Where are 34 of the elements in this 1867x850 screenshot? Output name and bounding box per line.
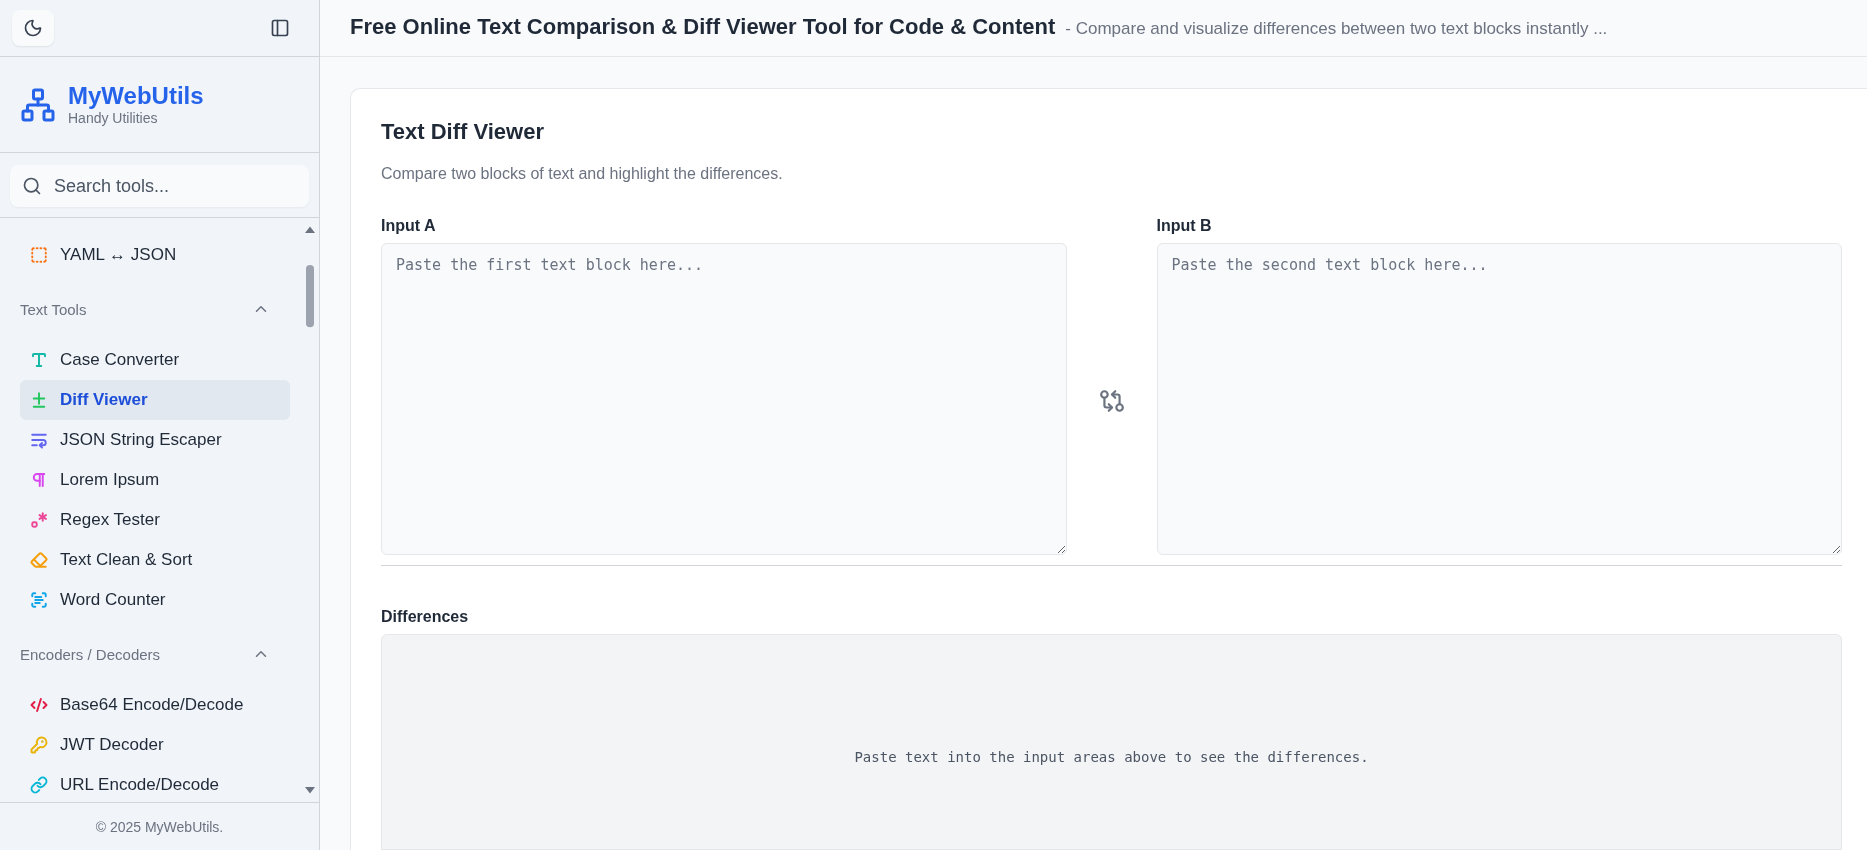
group-header[interactable]: Text Tools [20, 288, 290, 330]
differences-label: Differences [381, 608, 470, 626]
moon-icon [23, 18, 43, 38]
search-icon [22, 176, 42, 196]
sidebar-item[interactable]: Base64 Encode/Decode [20, 685, 290, 725]
page-subtitle: - Compare and visualize differences between two text blocks instantly ... [1065, 19, 1608, 39]
search-field[interactable]: Search tools... [10, 165, 309, 207]
text-input-area[interactable]: Paste the second text block here... [1156, 243, 1842, 555]
sidebar-item[interactable]: JSON String Escaper [20, 420, 290, 460]
sidebar-item[interactable]: URL Encode/Decode [20, 765, 290, 802]
sidebar-item[interactable]: Lorem Ipsum [20, 460, 290, 500]
text-input-area[interactable]: Paste the first text block here... [381, 243, 1067, 555]
sidebar-item[interactable]: Word Counter [20, 580, 290, 620]
card-description: Compare two blocks of text and highlight the differences. [381, 165, 784, 183]
page-title: Free Online Text Comparison & Diff Viewer Tool for Code & Content [350, 14, 1056, 40]
input-label: Input A [381, 217, 437, 235]
sidebar-item[interactable]: Case Converter [20, 340, 290, 380]
sidebar-item[interactable]: Diff Viewer [20, 380, 290, 420]
group-header[interactable]: Encoders / Decoders [20, 633, 290, 675]
differences-message: Paste text into the input areas above to see the differences. [854, 749, 1369, 765]
sidebar-item[interactable]: YAML ↔ JSON [20, 235, 290, 275]
input-label: Input B [1156, 217, 1213, 235]
search-input[interactable]: Search tools... [52, 174, 297, 198]
sidebar-panel-icon [270, 18, 290, 38]
sidebar-item[interactable]: Text Clean & Sort [20, 540, 290, 580]
theme-toggle-button[interactable] [12, 10, 54, 46]
copyright-text: © 2025 MyWebUtils. [95, 818, 224, 835]
brand-name: MyWebUtils [68, 83, 204, 110]
card-title: Text Diff Viewer [381, 119, 545, 145]
brand-tagline: Handy Utilities [68, 109, 159, 126]
sitemap-icon [20, 86, 56, 123]
swap-icon[interactable] [1098, 388, 1125, 414]
sidebar-item[interactable]: JWT Decoder [20, 725, 290, 765]
sidebar-item[interactable]: Regex Tester [20, 500, 290, 540]
